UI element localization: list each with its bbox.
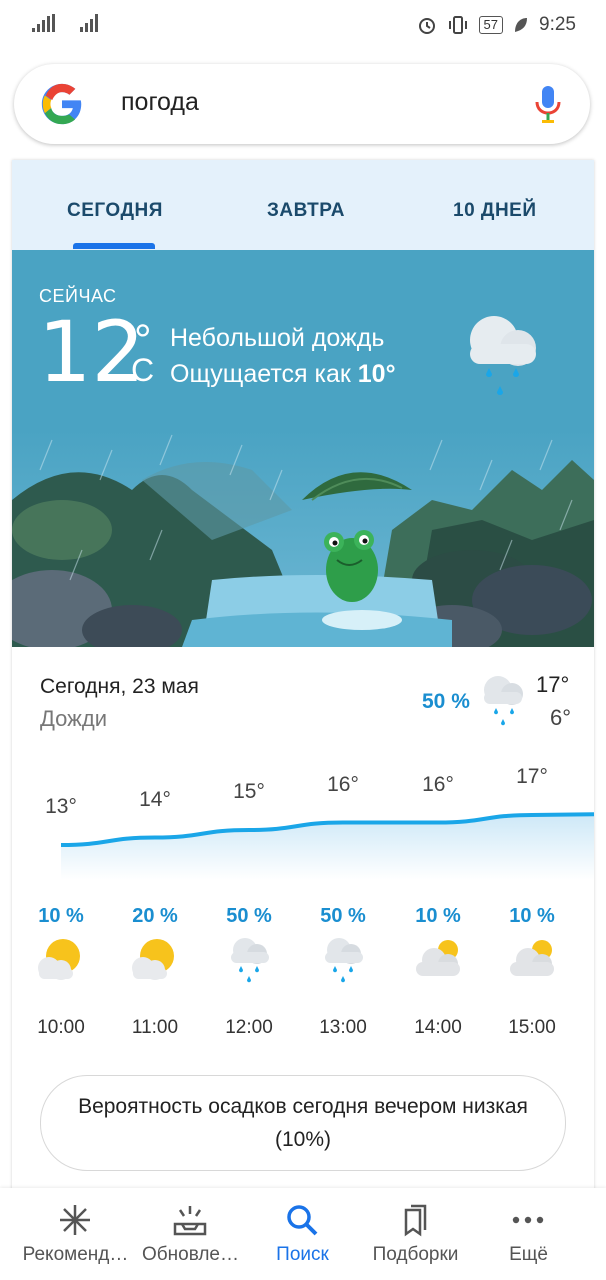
hourly-temp: 17° — [516, 765, 548, 788]
current-weather-hero: СЕЙЧАС 12 ° C Небольшой дождь Ощущается … — [12, 250, 594, 647]
hourly-temp: 15° — [233, 780, 265, 803]
summary-date: Сегодня, 23 мая — [40, 675, 199, 698]
summary-condition: Дожди — [40, 706, 107, 731]
nav-label: Подборки — [372, 1244, 459, 1265]
summary-low-temp: 6° — [550, 705, 572, 730]
hourly-temp: 13° — [45, 795, 77, 818]
nav-collections[interactable]: Подборки — [355, 1188, 476, 1280]
nav-label: Ещё — [509, 1244, 548, 1265]
nav-recommendations[interactable]: Рекоменд… — [15, 1188, 136, 1280]
rain-cloud-icon — [221, 932, 291, 988]
nav-label: Обновле… — [141, 1244, 240, 1265]
current-temp: 12 — [38, 303, 145, 401]
more-icon — [512, 1216, 544, 1224]
feels-like: Ощущается как 10° — [170, 360, 396, 388]
hourly-precip: 10 % — [415, 905, 461, 927]
signal-icon — [32, 14, 55, 32]
tab-10-days[interactable]: 10 ДНЕЙ — [453, 200, 537, 222]
active-tab-indicator — [73, 243, 155, 249]
tab-today[interactable]: СЕГОДНЯ — [67, 200, 163, 222]
hourly-precip: 50 % — [320, 905, 366, 927]
leaf-icon — [515, 18, 528, 32]
clock: 9:25 — [539, 14, 576, 35]
signal-icon — [80, 14, 98, 32]
hourly-time: 15:00 — [508, 1017, 556, 1038]
cloud-sun-icon — [410, 932, 480, 988]
nav-updates[interactable]: Обновле… — [130, 1188, 251, 1280]
nav-more[interactable]: Ещё — [468, 1188, 589, 1280]
battery-icon: 57 — [478, 16, 504, 34]
rain-scene-illustration — [12, 430, 594, 647]
feels-like-value: 10° — [357, 360, 396, 388]
hourly-time: 11:00 — [131, 1017, 179, 1038]
vibrate-icon — [448, 16, 467, 34]
bottom-navigation: Рекоменд… Обновле… Поиск Подборки Ещё — [0, 1188, 606, 1280]
mic-icon[interactable] — [534, 84, 562, 124]
sun-cloud-icon — [33, 932, 103, 988]
hourly-precip: 10 % — [509, 905, 555, 927]
nav-search[interactable]: Поиск — [242, 1188, 363, 1280]
hourly-temp: 16° — [422, 772, 454, 796]
search-bar[interactable]: погода — [14, 64, 590, 144]
google-logo[interactable] — [40, 82, 84, 126]
tab-bar: СЕГОДНЯ ЗАВТРА 10 ДНЕЙ — [12, 160, 594, 250]
tab-tomorrow[interactable]: ЗАВТРА — [267, 200, 345, 222]
hourly-time: 13:00 — [319, 1017, 367, 1038]
nav-label: Поиск — [276, 1244, 329, 1265]
hourly-temp: 16° — [327, 772, 359, 796]
sun-cloud-icon — [127, 932, 197, 988]
collections-icon — [404, 1204, 427, 1237]
cloud-sun-icon — [504, 932, 574, 988]
hourly-temp: 14° — [139, 787, 171, 811]
rain-cloud-icon — [484, 676, 523, 726]
precip-probability-button[interactable]: Вероятность осадков сегодня вечером низк… — [40, 1075, 566, 1171]
hourly-time: 10:00 — [37, 1017, 85, 1038]
precip-probability-text: Вероятность осадков сегодня вечером низк… — [78, 1095, 528, 1151]
weather-card: СЕГОДНЯ ЗАВТРА 10 ДНЕЙ СЕЙЧАС 12 ° C Неб… — [12, 160, 594, 1190]
hourly-time: 14:00 — [414, 1017, 462, 1038]
hourly-precip: 50 % — [226, 905, 272, 927]
alarm-icon — [418, 18, 435, 34]
temp-unit: C — [131, 352, 155, 388]
rain-cloud-icon — [470, 316, 536, 395]
hourly-precip: 10 % — [38, 905, 84, 927]
search-input[interactable]: погода — [121, 88, 199, 117]
status-bar: 57 9:25 — [0, 0, 606, 52]
asterisk-icon — [60, 1205, 90, 1235]
hourly-precip: 20 % — [132, 905, 178, 927]
rain-cloud-icon — [315, 932, 385, 988]
summary-high-temp: 17° — [536, 672, 570, 697]
nav-label: Рекоменд… — [22, 1244, 129, 1265]
hourly-time: 12:00 — [225, 1017, 273, 1038]
updates-icon — [173, 1206, 207, 1236]
summary-precip: 50 % — [422, 690, 470, 713]
search-icon — [287, 1205, 318, 1236]
current-condition: Небольшой дождь — [170, 324, 385, 352]
